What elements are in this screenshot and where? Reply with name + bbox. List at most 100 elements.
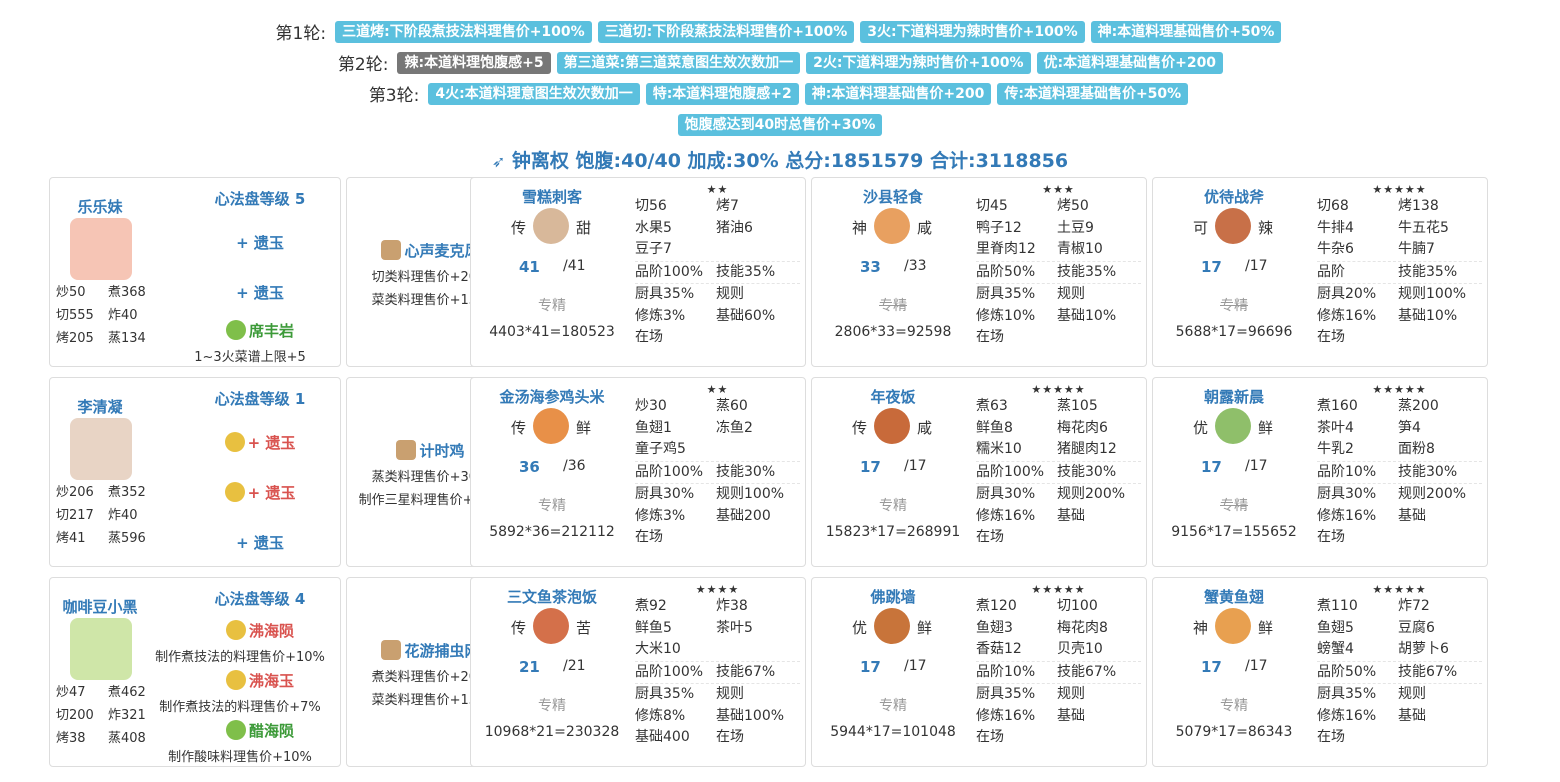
amber-slot[interactable]: 沸海玉 — [180, 670, 340, 691]
stat-value: 基础10% — [1057, 307, 1117, 324]
ingredient: 蒸200 — [1398, 398, 1439, 414]
ingredient: 里脊肉12 — [976, 241, 1036, 257]
stat-value: 品阶10% — [976, 663, 1036, 680]
ingredient-row: 煮160 蒸200 — [1317, 396, 1482, 418]
dish-card[interactable]: 朝露新晨优 鲜 17/17 专精 9156*17=155652 ★★★★★ 煮160 蒸200… — [1152, 377, 1488, 567]
dish-name[interactable]: 沙县轻食 — [812, 186, 974, 207]
dish-card[interactable]: 沙县轻食神 咸 33/33 专精 2806*33=92598 ★★★ 切45 烤50 鸭子12 土… — [811, 177, 1147, 367]
ingredient: 烤7 — [716, 198, 739, 214]
dish-card[interactable]: 年夜饭传 咸 17/17 专精 15823*17=268991 ★★★★★ 煮63 蒸105 鲜… — [811, 377, 1147, 567]
dish-card[interactable]: 雪糕刺客传 甜 41/41 专精 4403*41=180523 ★★ 切56 烤7 水果5 猪油6… — [470, 177, 806, 367]
equip-icon — [381, 640, 402, 660]
amber-slot[interactable]: 沸海陨 — [180, 620, 340, 641]
amber-slot[interactable]: + 遗玉 — [180, 232, 340, 253]
amber-slot[interactable]: + 遗玉 — [180, 282, 340, 303]
ingredient: 香菇12 — [976, 641, 1022, 657]
amber-slot[interactable]: + 遗玉 — [180, 482, 340, 503]
dish-name[interactable]: 金汤海参鸡头米 — [471, 386, 633, 407]
stat-value: 在场 — [976, 729, 1004, 745]
xinfa-level[interactable]: 心法盘等级 5 — [180, 188, 340, 209]
stat-row: 厨具35% 规则 — [635, 284, 800, 306]
stat-value — [716, 527, 800, 549]
stat-row: 厨具35% 规则 — [635, 684, 800, 706]
round-tag: 三道切:下阶段蒸技法料理售价+100% — [597, 20, 855, 43]
amber-icon — [224, 432, 245, 452]
dish-quantity[interactable]: 17 — [1201, 458, 1222, 476]
amber-slot[interactable]: + 遗玉 — [180, 532, 340, 553]
dish-quantity[interactable]: 33 — [860, 258, 881, 276]
stat-value: 在场 — [976, 329, 1004, 345]
dish-quantity[interactable]: 41 — [519, 258, 540, 276]
dish-quantity[interactable]: 17 — [860, 458, 881, 476]
round-tag: 传:本道料理基础售价+50% — [997, 82, 1189, 105]
amber-slot[interactable]: 醋海陨 — [180, 720, 340, 741]
stat-value: 品阶50% — [976, 263, 1036, 280]
ingredient-row: 牛乳2 面粉8 — [1317, 439, 1482, 462]
dish-taste: 鲜 — [917, 619, 933, 637]
ingredient-row: 鲜鱼5 茶叶5 — [635, 618, 800, 640]
chef-card[interactable]: 李清凝 心法盘等级 1 炒206 煮352 切217 炸40 烤41 蒸596 + 遗玉 + 遗玉… — [49, 377, 341, 567]
dish-card[interactable]: 三文鱼茶泡饭传 苦 21/21 专精 10968*21=230328 ★★★★ 煮92 炸38… — [470, 577, 806, 767]
dish-card[interactable]: 金汤海参鸡头米传 鲜 36/36 专精 5892*36=212112 ★★ 炒30 蒸60 鱼翅… — [470, 377, 806, 567]
chef-skills: 炒47 煮462 切200 炸321 烤38 蒸408 — [56, 681, 160, 750]
dish-card[interactable]: 优待战斧可 辣 17/17 专精 5688*17=96696 ★★★★★ 切68 烤138 牛排… — [1152, 177, 1488, 367]
ingredient: 煮63 — [976, 398, 1008, 414]
dish-quantity-max: /17 — [1245, 458, 1268, 474]
dish-card[interactable]: 佛跳墙优 鲜 17/17 专精 5944*17=101048 ★★★★★ 煮120 切100 鱼… — [811, 577, 1147, 767]
dish-quantity[interactable]: 36 — [519, 458, 540, 476]
dish-card[interactable]: 蟹黄鱼翅神 鲜 17/17 专精 5079*17=86343 ★★★★★ 煮110 炸72 鱼翅… — [1152, 577, 1488, 767]
dish-name[interactable]: 朝露新晨 — [1153, 386, 1315, 407]
chef-name[interactable]: 乐乐妹 — [50, 196, 150, 217]
stat-value — [1398, 727, 1482, 749]
chef-card[interactable]: 咖啡豆小黑 心法盘等级 4 炒47 煮462 切200 炸321 烤38 蒸408 沸海陨 制作煮… — [49, 577, 341, 767]
dish-quantity[interactable]: 21 — [519, 658, 540, 676]
stat-value: 在场 — [1317, 729, 1345, 745]
dish-quantity[interactable]: 17 — [1201, 658, 1222, 676]
amber-slot[interactable]: 席丰岩 — [180, 320, 340, 341]
amber-name: + 遗玉 — [236, 534, 284, 552]
stat-value: 厨具30% — [635, 486, 695, 502]
dish-quantity[interactable]: 17 — [860, 658, 881, 676]
chef-name[interactable]: 咖啡豆小黑 — [50, 596, 150, 617]
dish-name[interactable]: 年夜饭 — [812, 386, 974, 407]
amber-name: 醋海陨 — [248, 722, 294, 740]
dish-name[interactable]: 佛跳墙 — [812, 586, 974, 607]
ingredient-row: 里脊肉12 青椒10 — [976, 239, 1141, 262]
equip-icon — [396, 440, 417, 460]
dish-image — [1215, 608, 1251, 644]
ingredient-row: 鱼翅3 梅花肉8 — [976, 618, 1141, 640]
rounds-panel: 第1轮: 三道烤:下阶段煮技法料理售价+100% 三道切:下阶段蒸技法料理售价+… — [0, 16, 1560, 140]
dish-quantity[interactable]: 17 — [1201, 258, 1222, 276]
amber-name: + 遗玉 — [236, 284, 284, 302]
ingredient: 童子鸡5 — [635, 441, 686, 457]
ingredient-row: 牛杂6 牛腩7 — [1317, 239, 1482, 262]
dish-name[interactable]: 三文鱼茶泡饭 — [471, 586, 633, 607]
dish-quantity-max: /36 — [563, 458, 586, 474]
stat-value: 在场 — [976, 529, 1004, 545]
chef-card[interactable]: 乐乐妹 心法盘等级 5 炒50 煮368 切555 炸40 烤205 蒸134 + 遗玉 + 遗玉… — [49, 177, 341, 367]
stat-value: 厨具20% — [1317, 286, 1377, 302]
stat-value: 技能30% — [1057, 463, 1117, 480]
dish-name[interactable]: 雪糕刺客 — [471, 186, 633, 207]
stat-row: 品阶10% 技能30% — [1317, 462, 1482, 484]
dish-taste: 辣 — [1258, 219, 1274, 237]
dish-details: ★★★★★ 煮63 蒸105 鲜鱼8 梅花肉6 糯米10 猪腿肉12 品阶100% 技能30% 厨… — [976, 384, 1141, 549]
ingredient-row: 香菇12 贝壳10 — [976, 639, 1141, 662]
skill-value: 炒50 — [56, 285, 86, 300]
xinfa-level[interactable]: 心法盘等级 1 — [180, 388, 340, 409]
stat-row: 在场 — [635, 327, 800, 349]
dish-details: ★★★★★ 煮160 蒸200 茶叶4 笋4 牛乳2 面粉8 品阶10% 技能30% 厨具30% 规… — [1317, 384, 1482, 549]
dish-name[interactable]: 优待战斧 — [1153, 186, 1315, 207]
round-row-1: 第1轮: 三道烤:下阶段煮技法料理售价+100% 三道切:下阶段蒸技法料理售价+… — [0, 16, 1560, 47]
dish-rarity: 传 — [511, 619, 527, 637]
ingredient: 大米10 — [635, 641, 681, 657]
dish-name[interactable]: 蟹黄鱼翅 — [1153, 586, 1315, 607]
amber-slot[interactable]: + 遗玉 — [180, 432, 340, 453]
round-tag: 三道烤:下阶段煮技法料理售价+100% — [335, 20, 592, 43]
chef-name[interactable]: 李清凝 — [50, 396, 150, 417]
xinfa-level[interactable]: 心法盘等级 4 — [180, 588, 340, 609]
star-rating: ★★★★★ — [1372, 583, 1427, 596]
dish-rarity: 传 — [511, 419, 527, 437]
dish-score: 9156*17=155652 — [1171, 524, 1297, 540]
ingredient-row: 切68 烤138 — [1317, 196, 1482, 218]
